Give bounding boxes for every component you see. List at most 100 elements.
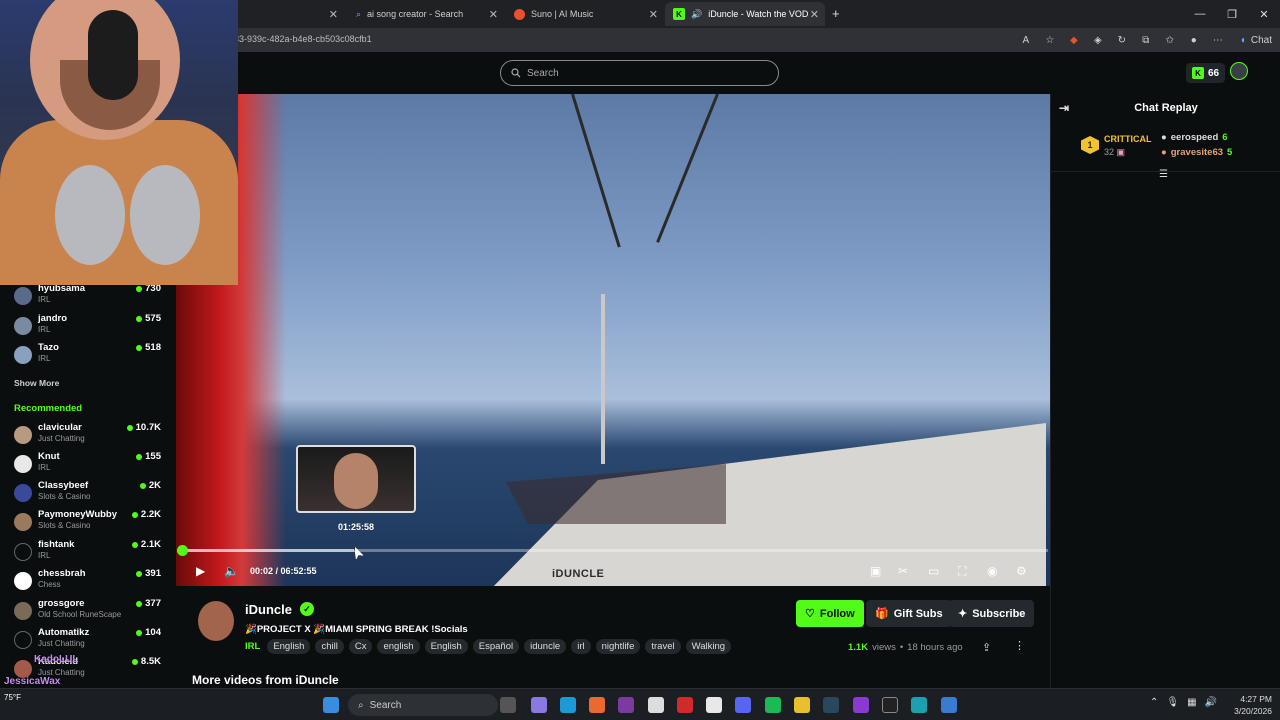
copilot-icon: ◐ <box>1240 34 1247 46</box>
profile-avatar[interactable]: ● <box>1185 35 1203 46</box>
follow-button[interactable]: ♡ Follow <box>796 600 864 627</box>
tag[interactable]: nightlife <box>595 639 641 654</box>
firefox-icon[interactable] <box>589 697 605 713</box>
sidebar-channel-fishtank[interactable]: fishtank IRL 2.1K <box>14 539 164 565</box>
weather-temp[interactable]: 75°F <box>4 693 21 702</box>
tag[interactable]: English <box>424 639 468 654</box>
obs-icon[interactable] <box>648 697 664 713</box>
sidebar-channel-paymoneywubby[interactable]: PaymoneyWubby Slots & Casino 2.2K <box>14 509 164 535</box>
task-view-icon[interactable] <box>500 697 516 713</box>
file-explorer-icon[interactable] <box>794 697 810 713</box>
category-link[interactable]: IRL <box>245 641 260 652</box>
network-icon[interactable]: ▦ <box>1187 697 1196 708</box>
tag[interactable]: irl <box>571 639 591 654</box>
itunes-icon[interactable] <box>706 697 722 713</box>
spotify-icon[interactable] <box>765 697 781 713</box>
more-options-icon[interactable]: ⋮ <box>1014 639 1025 652</box>
subscribe-button[interactable]: ✦ Subscribe <box>949 600 1035 627</box>
close-icon[interactable]: ✕ <box>810 8 819 21</box>
miniplayer-icon[interactable]: ▣ <box>870 564 881 578</box>
microphone-icon[interactable]: 🎙 <box>1166 697 1179 708</box>
tab-suno[interactable]: Suno | AI Music ✕ <box>506 2 664 26</box>
read-aloud-icon[interactable]: A <box>1017 35 1035 46</box>
close-icon[interactable]: ✕ <box>649 8 658 21</box>
show-more-link[interactable]: Show More <box>14 378 59 388</box>
leader-name[interactable]: CRITTICAL <box>1104 134 1152 144</box>
fx-icon[interactable] <box>941 697 957 713</box>
extension-icon[interactable]: ◈ <box>1089 35 1107 46</box>
sidebar-channel-clavicular[interactable]: clavicular Just Chatting 10.7K <box>14 422 164 448</box>
split-screen-icon[interactable]: ⧉ <box>1137 35 1155 46</box>
new-tab-icon[interactable]: + <box>832 6 840 21</box>
streamer-avatar[interactable] <box>198 601 234 641</box>
kick-points-badge[interactable]: K 66 <box>1186 63 1226 83</box>
copilot-chat-button[interactable]: ◐ Chat <box>1233 35 1280 46</box>
speaker-icon[interactable]: 🔊 <box>691 9 702 20</box>
volume-icon[interactable]: 🔊 <box>1205 697 1217 708</box>
tab-kick-vod[interactable]: K 🔊 iDuncle - Watch the VOD on K ✕ <box>665 2 825 26</box>
playback-speed-icon[interactable]: ◉ <box>987 564 997 578</box>
app-icon[interactable] <box>882 697 898 713</box>
user-avatar[interactable] <box>1230 62 1248 80</box>
tag[interactable]: Walking <box>685 639 732 654</box>
refresh-extension-icon[interactable]: ↻ <box>1113 35 1131 46</box>
theater-mode-icon[interactable]: ▭ <box>928 564 939 578</box>
steam-icon[interactable] <box>823 697 839 713</box>
more-icon[interactable]: ⋯ <box>1209 35 1227 46</box>
tag[interactable]: travel <box>645 639 681 654</box>
close-window-icon[interactable]: ✕ <box>1248 0 1280 28</box>
windows-start-icon[interactable] <box>323 697 339 713</box>
gifter-row[interactable]: ● eerospeed 6 <box>1161 132 1228 143</box>
tab-search[interactable]: ⌕ ai song creator - Search ✕ <box>348 2 504 26</box>
maximize-icon[interactable]: ❐ <box>1216 0 1248 28</box>
parasail-rope <box>656 94 719 243</box>
play-icon[interactable]: ▶ <box>196 564 205 578</box>
favorites-icon[interactable]: ✩ <box>1161 35 1179 46</box>
chevron-up-icon[interactable]: ⌃ <box>1150 697 1158 708</box>
close-icon[interactable]: ✕ <box>329 8 338 21</box>
sidebar-channel-classybeef[interactable]: Classybeef Slots & Casino 2K <box>14 480 164 506</box>
filter-icon[interactable]: ☰ <box>1159 169 1168 180</box>
extension-icon[interactable]: ◆ <box>1065 35 1083 46</box>
clock[interactable]: 4:27 PM 3/20/2026 <box>1234 693 1272 717</box>
tag[interactable]: Cx <box>348 639 373 654</box>
close-icon[interactable]: ✕ <box>489 8 498 21</box>
sidebar-channel-jandro[interactable]: jandro IRL 575 <box>14 313 164 339</box>
search-input[interactable]: Search <box>500 60 779 86</box>
progress-bar[interactable] <box>177 545 1048 556</box>
tag[interactable]: Español <box>472 639 520 654</box>
copilot-icon[interactable] <box>531 697 547 713</box>
tag[interactable]: English <box>267 639 311 654</box>
volume-icon[interactable]: 🔈 <box>224 564 239 578</box>
url-field[interactable]: 33-939c-482a-b4e8-cb503c08cfb1 <box>234 34 372 44</box>
sidebar-channel-hyubsama[interactable]: hyubsama IRL 730 <box>14 283 164 309</box>
sidebar-channel-grossgore[interactable]: grossgore Old School RuneScape 377 <box>14 598 164 624</box>
gift-subs-button[interactable]: 🎁 Gift Subs <box>866 600 952 627</box>
settings-gear-icon[interactable]: ⚙ <box>1016 564 1027 578</box>
app-icon[interactable] <box>911 697 927 713</box>
tag[interactable]: english <box>377 639 420 654</box>
tab-previous[interactable]: ✕ <box>244 2 344 26</box>
video-player[interactable]: iDUNCLE 01:25:58 ▶ 🔈 00:02 / 06:52:55 ▣ … <box>176 94 1050 586</box>
gifter-row[interactable]: ● gravesite63 5 <box>1161 147 1232 158</box>
tag[interactable]: iduncle <box>524 639 567 654</box>
app-icon[interactable] <box>853 697 869 713</box>
sidebar-channel-automatikz[interactable]: Automatikz Just Chatting 104 <box>14 627 164 653</box>
discord-icon[interactable] <box>735 697 751 713</box>
favorite-star-icon[interactable]: ☆ <box>1041 35 1059 46</box>
live-dot <box>136 285 143 292</box>
share-icon[interactable]: ⇪ <box>982 641 991 654</box>
edge-icon[interactable] <box>560 697 576 713</box>
sidebar-channel-tazo[interactable]: Tazo IRL 518 <box>14 342 164 368</box>
app-icon[interactable] <box>677 697 693 713</box>
streamer-name[interactable]: iDuncle <box>245 602 292 617</box>
tag[interactable]: chill <box>315 639 344 654</box>
clip-icon[interactable]: ✂ <box>898 564 908 578</box>
sidebar-channel-chessbrah[interactable]: chessbrah Chess 391 <box>14 568 164 594</box>
fullscreen-icon[interactable]: ⛶ <box>958 564 966 579</box>
app-icon[interactable] <box>618 697 634 713</box>
minimize-icon[interactable]: — <box>1184 0 1216 28</box>
collapse-chat-icon[interactable]: ⇥ <box>1059 101 1069 115</box>
sidebar-channel-knut[interactable]: Knut IRL 155 <box>14 451 164 477</box>
taskbar-search[interactable]: ⌕ Search <box>348 694 498 716</box>
